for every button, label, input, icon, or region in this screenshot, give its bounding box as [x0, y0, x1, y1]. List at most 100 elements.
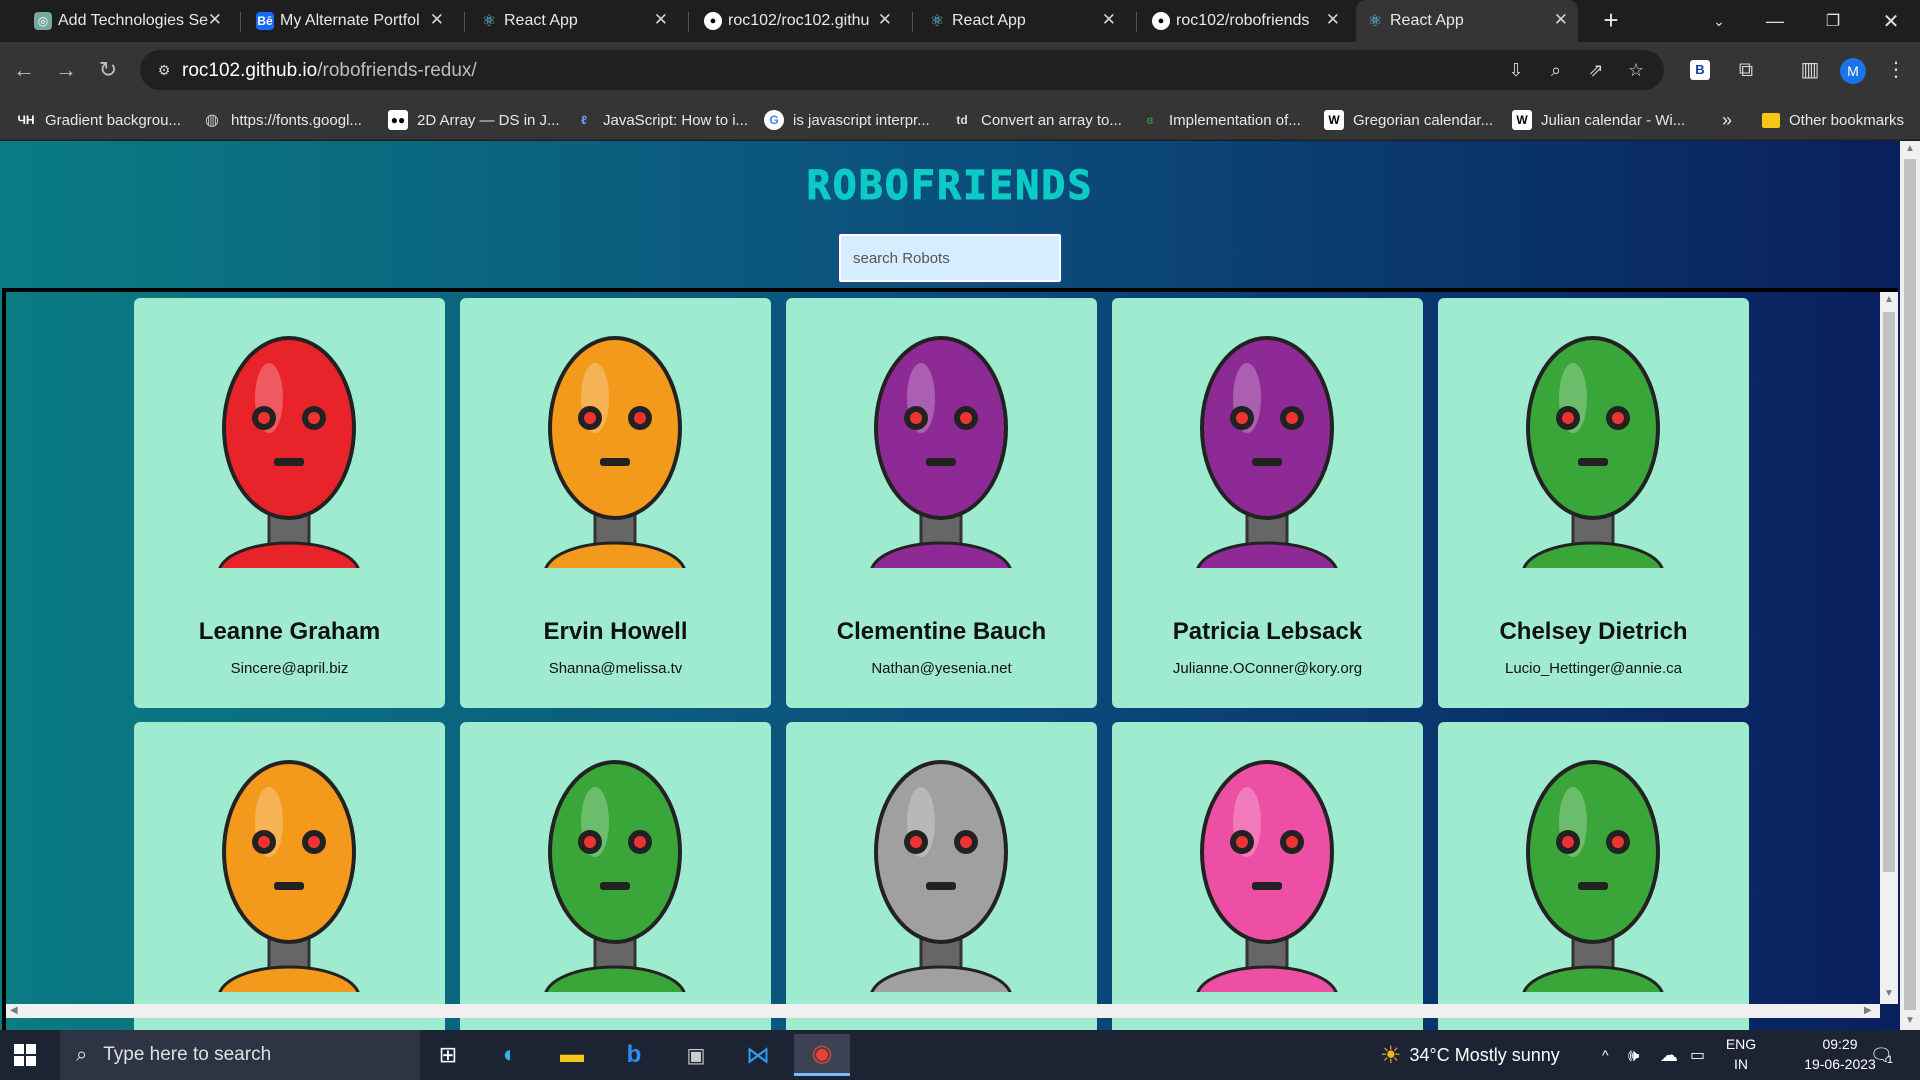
minimize-button[interactable]: — [1746, 0, 1804, 42]
robot-card[interactable]: Leanne Graham Sincere@april.biz [134, 298, 445, 708]
forward-button[interactable]: → [50, 54, 82, 86]
robot-email: Sincere@april.biz [230, 660, 349, 677]
bookmark-label: 2D Array — DS in J... [417, 111, 560, 129]
scroll-thumb[interactable] [1883, 312, 1895, 872]
restore-button[interactable]: ❐ [1804, 0, 1862, 42]
page-viewport: ROBOFRIENDS Leanne Graham Sincere@april.b… [0, 141, 1920, 1030]
profile-avatar[interactable]: M [1840, 58, 1866, 84]
task-view-icon[interactable]: ⊞ [420, 1034, 476, 1076]
close-icon[interactable]: ✕ [878, 10, 892, 30]
url-text: roc102.github.io/robofriends-redux/ [182, 60, 477, 82]
chatgpt-icon: ◎ [34, 12, 52, 30]
tab-separator [1136, 12, 1137, 32]
taskbar-search[interactable]: ⌕ Type here to search [60, 1030, 420, 1080]
terminal-icon[interactable]: ▣ [668, 1034, 724, 1076]
robot-name: Chelsey Dietrich [1499, 618, 1688, 645]
bookmark-6[interactable]: ɞ Implementation of... [1140, 108, 1301, 132]
bookmark-3[interactable]: ℓ JavaScript: How to i... [574, 108, 748, 132]
close-icon[interactable]: ✕ [654, 10, 668, 30]
notifications-icon[interactable]: 🗨 1 [1870, 1030, 1893, 1080]
scroll-left-arrow-icon[interactable]: ◀ [10, 1005, 18, 1016]
address-bar[interactable]: ⚙ roc102.github.io/robofriends-redux/ ⇩ … [140, 50, 1664, 90]
file-explorer-icon[interactable]: ▬ [544, 1034, 600, 1076]
battery-icon[interactable]: ▭ [1690, 1030, 1705, 1080]
more-bookmarks-button[interactable]: » [1722, 108, 1732, 132]
tab-strip: ◎ Add Technologies Se ✕ Bē My Alternate … [0, 0, 1920, 42]
close-icon[interactable]: ✕ [430, 10, 444, 30]
extension-b-icon[interactable]: B [1684, 54, 1716, 86]
back-button[interactable]: ← [8, 54, 40, 86]
tab-search-icon[interactable]: ⌄ [1690, 0, 1748, 42]
vscode-icon[interactable]: ⋈ [730, 1034, 786, 1076]
robot-card[interactable] [460, 722, 771, 1030]
close-icon[interactable]: ✕ [1102, 10, 1116, 30]
bookmark-star-icon[interactable]: ☆ [1624, 58, 1648, 82]
tab-5[interactable]: ● roc102/robofriends ✕ [1142, 0, 1350, 42]
tab-6-active[interactable]: ⚛ React App ✕ [1356, 0, 1578, 42]
tab-separator [240, 12, 241, 32]
tab-0[interactable]: ◎ Add Technologies Se ✕ [24, 0, 232, 42]
scroll-down-arrow-icon[interactable]: ▼ [1884, 988, 1894, 999]
bookmark-7[interactable]: W Gregorian calendar... [1324, 108, 1493, 132]
share-icon[interactable]: ⇗ [1584, 58, 1608, 82]
robot-name: Ervin Howell [543, 618, 688, 645]
search-robots-input[interactable] [837, 232, 1063, 284]
weather-widget[interactable]: ☀ 34°C Mostly sunny [1380, 1030, 1560, 1080]
volume-icon[interactable]: 🕪 [1628, 1030, 1639, 1080]
scroll-up-arrow-icon[interactable]: ▲ [1884, 294, 1894, 305]
side-panel-icon[interactable]: ▥ [1794, 54, 1826, 86]
card-list-hscrollbar[interactable]: ◀ ▶ [6, 1004, 1880, 1018]
menu-kebab-icon[interactable]: ⋮ [1880, 54, 1912, 86]
tab-separator [688, 12, 689, 32]
tab-4[interactable]: ⚛ React App ✕ [918, 0, 1126, 42]
tab-3[interactable]: ● roc102/roc102.githu ✕ [694, 0, 902, 42]
robot-card[interactable]: Ervin Howell Shanna@melissa.tv [460, 298, 771, 708]
bookmark-5[interactable]: td Convert an array to... [952, 108, 1122, 132]
bookmark-label: is javascript interpr... [793, 111, 930, 129]
wikipedia-icon: W [1324, 110, 1344, 130]
robot-card[interactable] [1438, 722, 1749, 1030]
robot-card[interactable] [134, 722, 445, 1030]
tab-1[interactable]: Bē My Alternate Portfol ✕ [246, 0, 454, 42]
robot-card[interactable] [786, 722, 1097, 1030]
bookmark-4[interactable]: Gis javascript interpr... [764, 108, 930, 132]
install-app-icon[interactable]: ⇩ [1504, 58, 1528, 82]
reload-button[interactable]: ↻ [92, 54, 124, 86]
bookmark-8[interactable]: W Julian calendar - Wi... [1512, 108, 1685, 132]
folder-icon [1762, 112, 1780, 128]
other-bookmarks[interactable]: Other bookmarks [1762, 108, 1904, 132]
edge-icon[interactable]: ◐ [482, 1034, 538, 1076]
chrome-icon[interactable]: ◉ [794, 1034, 850, 1076]
zoom-icon[interactable]: ⌕ [1544, 58, 1568, 82]
card-list-scroll[interactable]: Leanne Graham Sincere@april.biz Ervin Howe… [2, 288, 1898, 1030]
bing-icon[interactable]: b [606, 1034, 662, 1076]
browser-toolbar: ← → ↻ ⚙ roc102.github.io/robofriends-red… [0, 42, 1920, 100]
robot-card[interactable]: Patricia Lebsack Julianne.OConner@kory.or… [1112, 298, 1423, 708]
close-icon[interactable]: ✕ [1326, 10, 1340, 30]
extensions-puzzle-icon[interactable]: ⧉ [1730, 54, 1762, 86]
onedrive-icon[interactable]: ☁ [1660, 1030, 1678, 1080]
card-list-vscrollbar[interactable]: ▲ ▼ [1880, 292, 1898, 1004]
tab-2[interactable]: ⚛ React App ✕ [470, 0, 678, 42]
scroll-right-arrow-icon[interactable]: ▶ [1864, 1005, 1872, 1016]
scroll-thumb[interactable] [1904, 159, 1916, 1010]
tab-separator [912, 12, 913, 32]
bookmark-1[interactable]: ◍ https://fonts.googl... [202, 108, 362, 132]
close-window-button[interactable]: ✕ [1862, 0, 1920, 42]
site-info-icon[interactable]: ⚙ [152, 58, 176, 82]
bookmark-2[interactable]: ●● 2D Array — DS in J... [388, 108, 560, 132]
page-vscrollbar[interactable]: ▲ ▼ [1900, 141, 1920, 1030]
new-tab-button[interactable]: + [1596, 6, 1626, 36]
bookmark-label: Gregorian calendar... [1353, 111, 1494, 129]
scroll-up-arrow-icon[interactable]: ▲ [1905, 143, 1915, 154]
close-icon[interactable]: ✕ [208, 10, 222, 30]
show-hidden-icons-button[interactable]: ^ [1602, 1030, 1609, 1080]
windows-start-icon[interactable] [14, 1044, 36, 1066]
scroll-down-arrow-icon[interactable]: ▼ [1905, 1015, 1915, 1026]
robot-card[interactable]: Chelsey Dietrich Lucio_Hettinger@annie.ca [1438, 298, 1749, 708]
language-indicator[interactable]: ENG IN [1706, 1034, 1776, 1074]
bookmark-0[interactable]: ЧH Gradient backgrou... [16, 108, 180, 132]
robot-card[interactable] [1112, 722, 1423, 1030]
close-icon[interactable]: ✕ [1554, 10, 1568, 30]
robot-card[interactable]: Clementine Bauch Nathan@yesenia.net [786, 298, 1097, 708]
